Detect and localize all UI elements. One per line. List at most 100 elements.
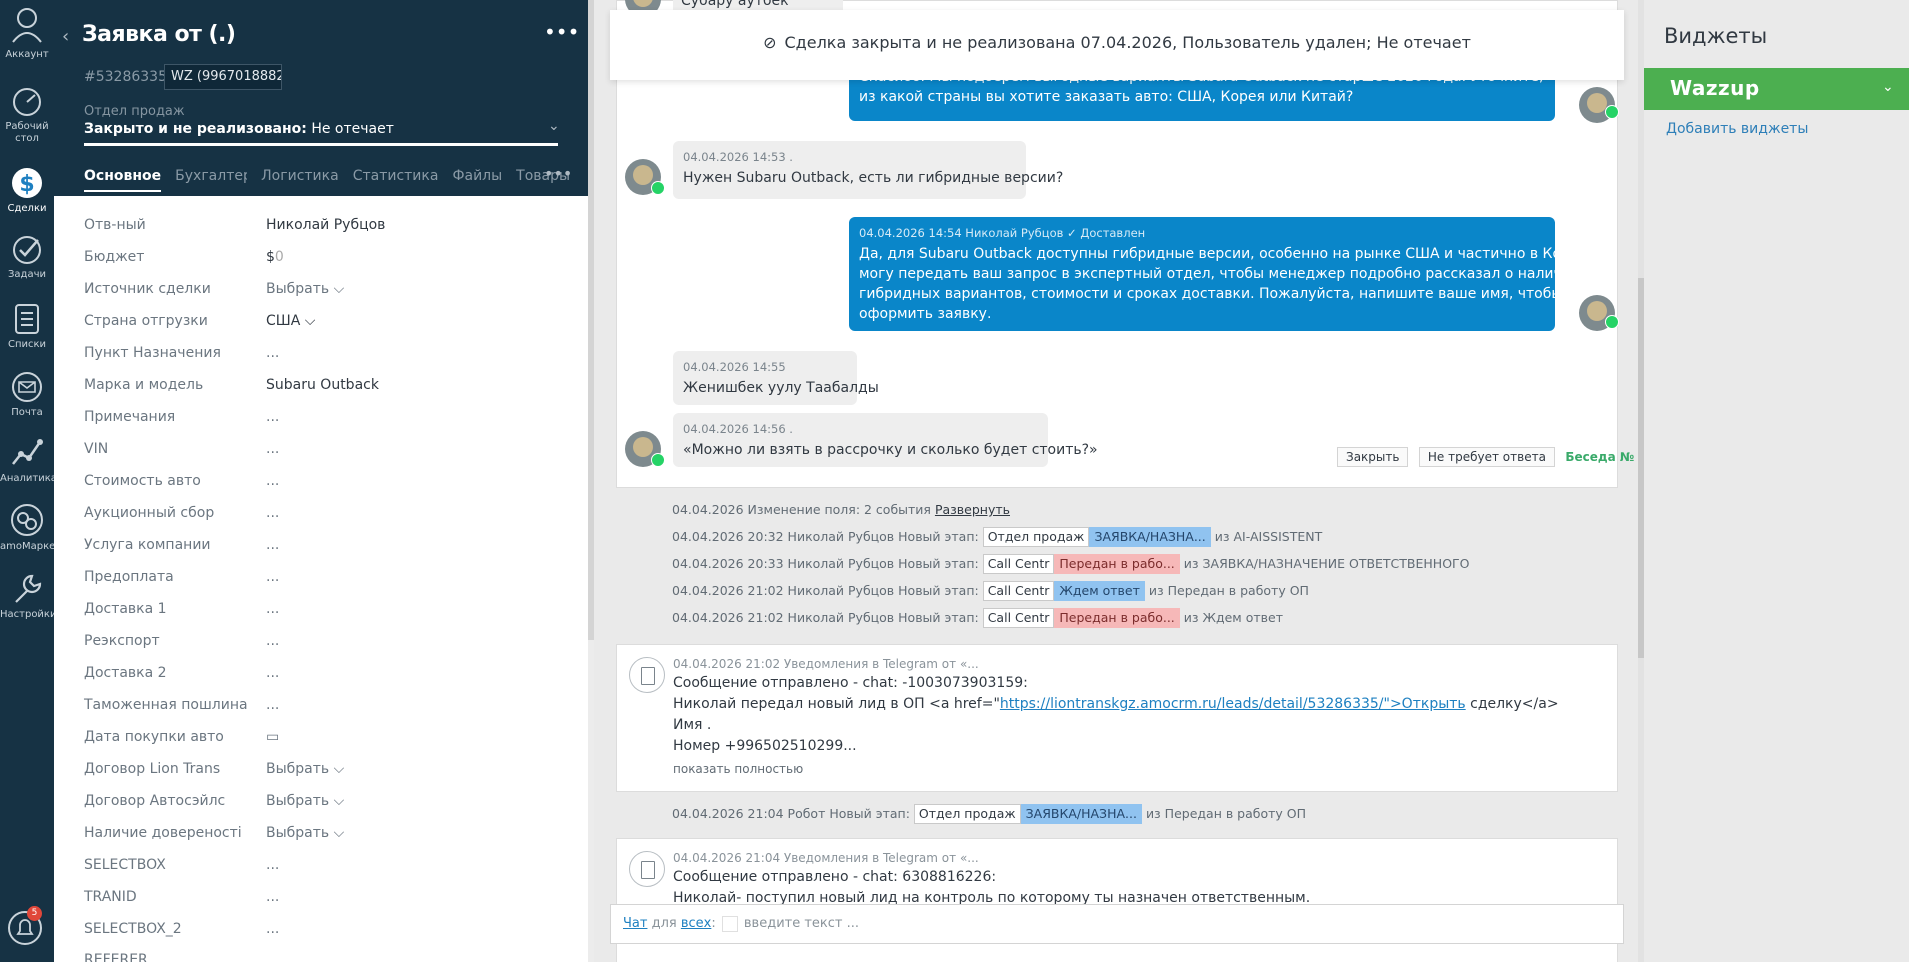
- field-value[interactable]: $0: [266, 249, 284, 265]
- field-value[interactable]: ...: [266, 537, 279, 553]
- nav-mail[interactable]: Почта: [0, 370, 54, 419]
- dashboard-icon: [13, 88, 41, 116]
- pipeline-status-reason: Не отечает: [306, 121, 394, 137]
- expand-link[interactable]: Развернуть: [935, 502, 1010, 517]
- nav-lists[interactable]: Списки: [0, 302, 54, 351]
- field-row[interactable]: VIN...: [84, 441, 564, 461]
- field-value[interactable]: ...: [266, 473, 279, 489]
- lead-title[interactable]: Заявка от (.): [82, 22, 236, 47]
- field-value[interactable]: Subaru Outback: [266, 377, 379, 393]
- field-row[interactable]: Наличие довереностi Выбрать ⌵: [84, 825, 564, 845]
- show-full-link[interactable]: показать полностью: [673, 762, 803, 776]
- chat-type-link[interactable]: Чат: [623, 916, 647, 931]
- field-value[interactable]: ...: [266, 345, 279, 361]
- pipeline-status[interactable]: Закрыто и не реализовано: Не отечает: [84, 121, 394, 137]
- field-value[interactable]: ...: [266, 505, 279, 521]
- no-reply-button[interactable]: Не требует ответа: [1418, 447, 1555, 467]
- nav-label-mail: Почта: [11, 407, 43, 418]
- field-row[interactable]: Марка и модель Subaru Outback: [84, 377, 564, 397]
- message-text: Да, для Subaru Outback доступны гибридны…: [859, 246, 1606, 262]
- chevron-down-icon[interactable]: ⌄: [548, 118, 560, 134]
- field-row[interactable]: TRANID...: [84, 889, 564, 909]
- field-row[interactable]: Услуга компании...: [84, 537, 564, 557]
- tab-files[interactable]: Файлы: [452, 168, 502, 190]
- tab-logistics[interactable]: Логистика: [261, 168, 339, 190]
- field-row[interactable]: Таможенная пошлина...: [84, 697, 564, 717]
- nav-tasks[interactable]: Задачи: [0, 234, 54, 281]
- compose-input[interactable]: введите текст ...: [744, 916, 859, 931]
- field-row[interactable]: REFERER: [84, 952, 564, 962]
- field-select[interactable]: Выбрать ⌵: [266, 825, 344, 841]
- field-label: Реэкспорт: [84, 633, 160, 649]
- nav-deals[interactable]: $ Сделки: [0, 166, 54, 215]
- field-row[interactable]: Дата покупки авто ▭: [84, 729, 564, 749]
- field-row[interactable]: Страна отгрузки США ⌵: [84, 313, 564, 333]
- whatsapp-icon: [1605, 315, 1619, 329]
- chat-message-out[interactable]: 04.04.2026 14:54 Николай Рубцов ✓ Достав…: [849, 217, 1606, 331]
- more-options-icon[interactable]: •••: [544, 20, 579, 44]
- back-arrow-icon[interactable]: ‹: [62, 26, 69, 47]
- message-text: Нужен Subaru Outback, есть ли гибридные …: [683, 170, 1064, 186]
- message-text: могу передать ваш запрос в экспертный от…: [859, 266, 1580, 282]
- field-row[interactable]: Договор Lion Trans Выбрать ⌵: [84, 761, 564, 781]
- chevron-down-icon[interactable]: [721, 915, 738, 932]
- field-select[interactable]: Выбрать ⌵: [266, 793, 344, 809]
- field-value[interactable]: ...: [266, 409, 279, 425]
- calendar-icon[interactable]: ▭: [266, 729, 279, 745]
- field-value[interactable]: Николай Рубцов: [266, 217, 385, 233]
- field-row[interactable]: SELECTBOX_2...: [84, 921, 564, 941]
- field-row[interactable]: Пункт Назначения...: [84, 345, 564, 365]
- field-value[interactable]: ...: [266, 889, 279, 905]
- add-widgets-link[interactable]: Добавить виджеты: [1666, 121, 1808, 137]
- field-value[interactable]: ...: [266, 921, 279, 937]
- field-label: Примечания: [84, 409, 176, 425]
- field-row[interactable]: Реэкспорт...: [84, 633, 564, 653]
- field-row[interactable]: Доставка 1...: [84, 601, 564, 621]
- lead-tag[interactable]: WZ (9967018882: [164, 64, 282, 90]
- chat-message-in[interactable]: 04.04.2026 14:55 Женишбек уулу Таабалды: [673, 351, 879, 405]
- note-link[interactable]: https://liontranskgz.amocrm.ru/leads/det…: [1000, 696, 1466, 712]
- chat-message-in[interactable]: 04.04.2026 14:56 . «Можно ли взять в рас…: [673, 413, 1098, 467]
- close-chat-button[interactable]: Закрыть: [1337, 447, 1409, 467]
- wazzup-widget[interactable]: Wazzup ⌄: [1644, 68, 1909, 110]
- compose-bar[interactable]: Чат для всех: введите текст ...: [610, 904, 1624, 944]
- field-row[interactable]: Предоплата...: [84, 569, 564, 589]
- nav-settings[interactable]: Настройки: [0, 572, 54, 621]
- document-icon: [629, 851, 665, 887]
- field-row[interactable]: Договор Автосэйлс Выбрать ⌵: [84, 793, 564, 813]
- chevron-down-icon[interactable]: ⌄: [1882, 79, 1894, 95]
- tab-accounting[interactable]: Бухгалтерия: [175, 168, 247, 190]
- field-value[interactable]: ...: [266, 569, 279, 585]
- field-row[interactable]: Доставка 2...: [84, 665, 564, 685]
- field-value[interactable]: ...: [266, 441, 279, 457]
- nav-market[interactable]: amoМаркет: [0, 502, 54, 553]
- field-label: Таможенная пошлина: [84, 697, 248, 713]
- event-text: из ЗАЯВКА/НАЗНАЧЕНИЕ ОТВЕТСТВЕННОГО: [1183, 556, 1470, 571]
- field-select[interactable]: США ⌵: [266, 313, 315, 329]
- nav-analytics[interactable]: Аналитика: [0, 436, 54, 485]
- field-row[interactable]: Отв-ный Николай Рубцов: [84, 217, 564, 237]
- tab-main[interactable]: Основное: [84, 168, 162, 192]
- field-row[interactable]: Примечания...: [84, 409, 564, 429]
- field-value[interactable]: ...: [266, 601, 279, 617]
- field-value[interactable]: ...: [266, 857, 279, 873]
- field-row[interactable]: Бюджет $0: [84, 249, 564, 269]
- conversation-link[interactable]: Беседа № A5676: [1565, 450, 1640, 464]
- notifications-button[interactable]: 5: [7, 906, 43, 946]
- field-value[interactable]: ...: [266, 697, 279, 713]
- field-row[interactable]: Аукционный сбор...: [84, 505, 564, 525]
- tabs-more-icon[interactable]: •••: [544, 164, 572, 183]
- field-select[interactable]: Выбрать ⌵: [266, 281, 344, 297]
- recipients-link[interactable]: всех: [681, 916, 712, 931]
- field-row[interactable]: Источник сделки Выбрать ⌵: [84, 281, 564, 301]
- field-row[interactable]: SELECTBOX...: [84, 857, 564, 877]
- tab-statistics[interactable]: Статистика: [353, 168, 439, 190]
- field-select[interactable]: Выбрать ⌵: [266, 761, 344, 777]
- nav-account[interactable]: Аккаунт: [0, 6, 54, 61]
- field-value[interactable]: ...: [266, 665, 279, 681]
- notification-badge: 5: [27, 906, 42, 921]
- nav-dashboard[interactable]: Рабочий стол: [0, 86, 54, 145]
- chat-message-in[interactable]: 04.04.2026 14:53 . Нужен Subaru Outback,…: [673, 141, 1064, 199]
- field-value[interactable]: ...: [266, 633, 279, 649]
- field-row[interactable]: Стоимость авто...: [84, 473, 564, 493]
